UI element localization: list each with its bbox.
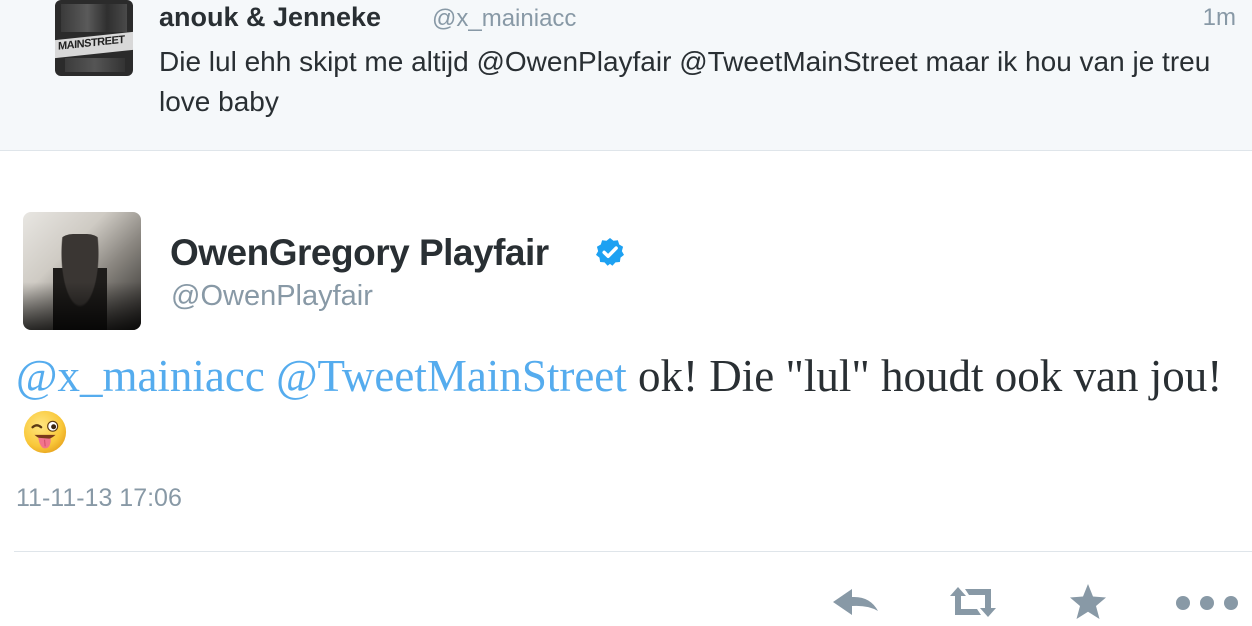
- main-author-name[interactable]: OwenGregory Playfair: [170, 232, 549, 274]
- avatar-photo-top: [61, 4, 127, 32]
- avatar-photo-bottom: [65, 58, 125, 72]
- star-icon: [1070, 584, 1106, 619]
- reply-author-handle[interactable]: @x_mainiacc: [432, 5, 576, 33]
- reply-time-ago: 1m: [1202, 4, 1236, 31]
- mention-link[interactable]: @x_mainiacc: [16, 351, 265, 401]
- more-button[interactable]: [1172, 578, 1242, 626]
- tweet-timestamp: 11-11-13 17:06: [16, 484, 182, 512]
- mention-link[interactable]: @TweetMainStreet: [276, 351, 627, 401]
- main-author-handle[interactable]: @OwenPlayfair: [171, 280, 373, 313]
- main-tweet-text: @x_mainiacc @TweetMainStreet ok! Die "lu…: [16, 348, 1236, 460]
- reply-author-name[interactable]: anouk & Jenneke: [159, 2, 381, 33]
- divider: [0, 150, 1252, 151]
- main-author-avatar[interactable]: [23, 212, 141, 330]
- reply-button[interactable]: [830, 578, 882, 626]
- more-icon: [1176, 596, 1238, 610]
- avatar-shadow: [23, 282, 141, 330]
- retweet-icon: [950, 587, 996, 617]
- retweet-button[interactable]: [944, 578, 1002, 626]
- avatar-logo-text: MAINSTREET: [58, 33, 125, 53]
- reply-author-avatar[interactable]: MAINSTREET: [55, 0, 133, 76]
- reply-tweet-text: Die lul ehh skipt me altijd @OwenPlayfai…: [159, 46, 1211, 117]
- favorite-button[interactable]: [1066, 578, 1110, 626]
- divider: [14, 551, 1252, 552]
- reply-tweet[interactable]: MAINSTREET anouk & Jenneke @x_mainiacc 1…: [0, 0, 1252, 150]
- avatar-logo-band: MAINSTREET: [55, 31, 133, 59]
- winking-tongue-emoji-icon: [23, 410, 67, 454]
- reply-icon: [833, 589, 878, 615]
- verified-badge-icon: [596, 238, 624, 266]
- tweet-body-text: ok! Die "lul" houdt ook van jou!: [638, 351, 1223, 401]
